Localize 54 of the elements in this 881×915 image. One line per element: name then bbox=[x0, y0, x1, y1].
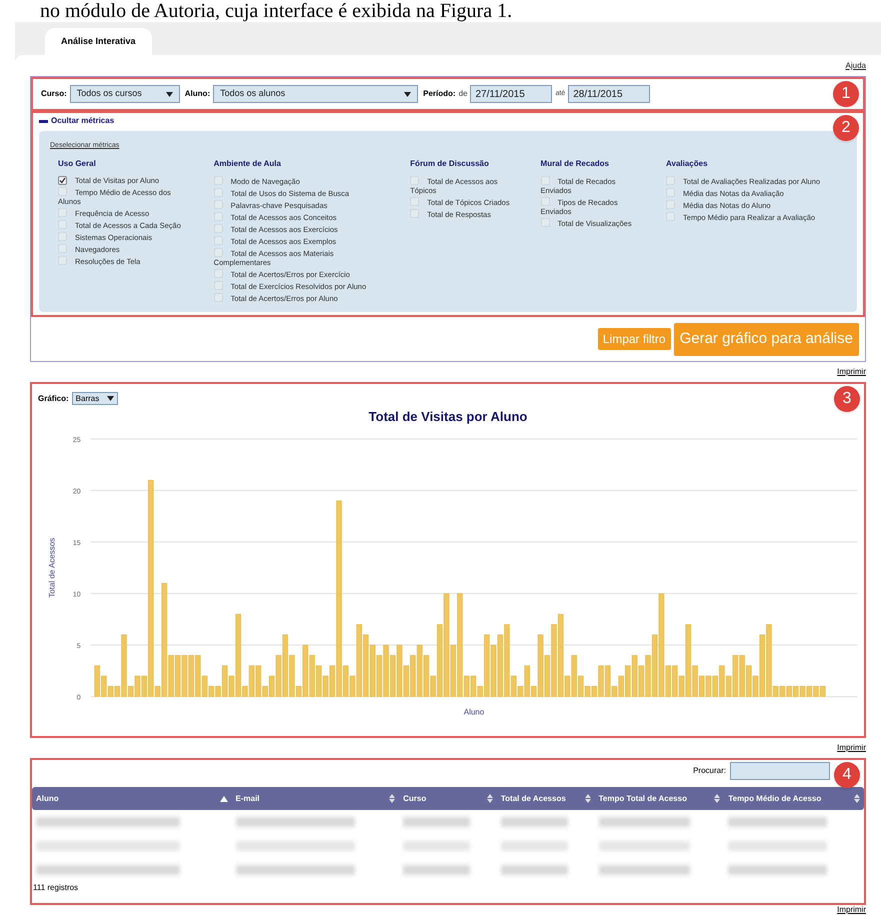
caret-icon bbox=[107, 396, 114, 401]
metric-group-title: Mural de Recados bbox=[540, 158, 610, 170]
callout-number: 1 bbox=[833, 81, 859, 107]
chart-type-label: Gráfico: bbox=[38, 392, 69, 404]
column-header[interactable]: E-mail bbox=[232, 787, 400, 810]
sort-icon[interactable] bbox=[486, 794, 493, 803]
course-select[interactable]: Todos os cursos bbox=[70, 85, 180, 103]
sort-icon[interactable] bbox=[584, 794, 591, 803]
checkbox[interactable] bbox=[58, 176, 67, 184]
chart-type-select[interactable]: Barras bbox=[72, 392, 118, 405]
student-label: Aluno: bbox=[184, 88, 210, 100]
blurred-cell bbox=[500, 817, 568, 827]
x-axis-title: Aluno bbox=[464, 707, 484, 716]
metric-group-title: Uso Geral bbox=[58, 158, 97, 170]
tab[interactable]: Análise Interativa bbox=[45, 28, 152, 55]
search-field[interactable] bbox=[730, 762, 830, 780]
record-count: 111 registros bbox=[33, 882, 78, 894]
help-link[interactable]: Ajuda bbox=[846, 60, 866, 72]
blurred-cell bbox=[403, 865, 470, 875]
print-link[interactable]: Imprimir bbox=[837, 904, 866, 915]
chart-title: Total de Visitas por Aluno bbox=[368, 408, 528, 426]
caret-icon bbox=[404, 92, 412, 96]
column-header[interactable]: Total de Acessos bbox=[496, 787, 595, 810]
blurred-cell bbox=[500, 865, 568, 875]
blurred-cell bbox=[403, 817, 470, 827]
hide-metrics-toggle[interactable]: Ocultar métricas bbox=[39, 115, 114, 127]
metric-group-title: Fórum de Discussão bbox=[410, 158, 490, 170]
column-header[interactable]: Tempo Médio de Acesso bbox=[724, 787, 864, 810]
from-label: de bbox=[458, 88, 468, 100]
sort-icon[interactable] bbox=[389, 794, 396, 803]
column-header[interactable]: Tempo Total de Acesso bbox=[594, 787, 724, 810]
print-link[interactable]: Imprimir bbox=[837, 366, 866, 378]
metric-group-title: Avaliações bbox=[666, 158, 709, 170]
search-label: Procurar: bbox=[693, 765, 726, 777]
period-label: Período: bbox=[423, 88, 456, 100]
callout-number: 2 bbox=[833, 115, 859, 141]
sort-icon[interactable] bbox=[854, 794, 860, 803]
column-header[interactable]: Curso bbox=[399, 787, 497, 810]
course-label: Curso: bbox=[41, 88, 67, 100]
start-date-field[interactable]: 27/11/2015 bbox=[470, 85, 552, 103]
document-caption: no módulo de Autoria, cuja interface é exibida na Figura 1. bbox=[39, 0, 514, 22]
callout-number: 4 bbox=[834, 762, 860, 788]
print-link[interactable]: Imprimir bbox=[837, 742, 866, 754]
callout-number: 3 bbox=[834, 386, 860, 412]
caret-icon bbox=[166, 92, 173, 96]
y-axis-title: Total de Acessos bbox=[48, 537, 57, 598]
blurred-cell bbox=[500, 841, 568, 851]
student-select[interactable]: Todos os alunos bbox=[213, 85, 418, 103]
blurred-cell bbox=[403, 841, 470, 851]
column-header[interactable]: Aluno bbox=[32, 787, 232, 810]
end-date-field[interactable]: 28/11/2015 bbox=[568, 85, 650, 103]
sort-icon[interactable] bbox=[714, 794, 720, 803]
sort-ascending-icon[interactable] bbox=[220, 796, 228, 802]
metric-group-title: Ambiente de Aula bbox=[214, 158, 282, 170]
